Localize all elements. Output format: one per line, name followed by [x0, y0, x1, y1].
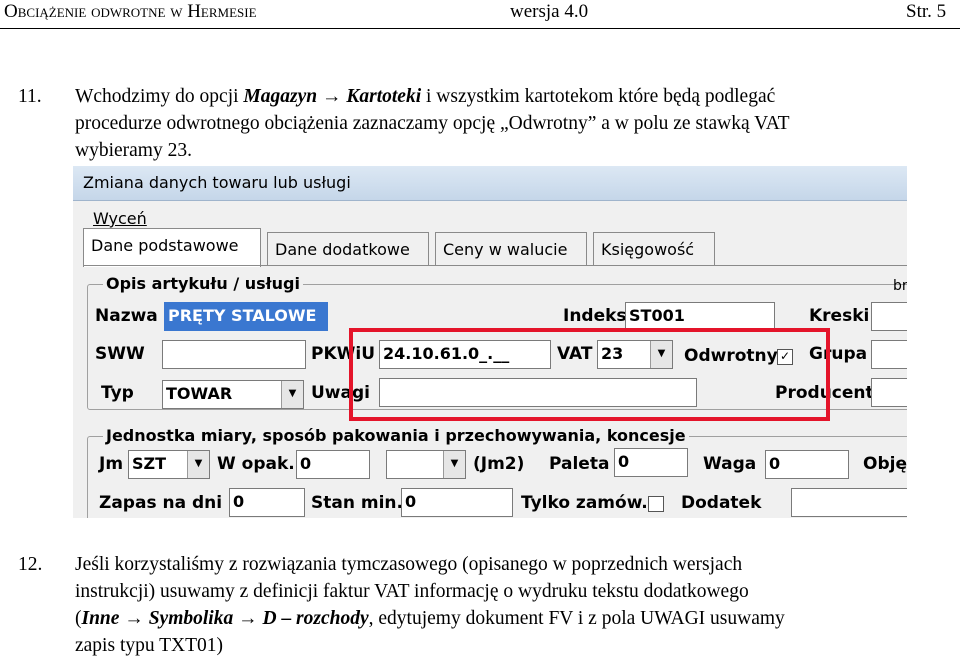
kreski-field[interactable]: [871, 302, 907, 331]
vat-select[interactable]: 23 ▼: [597, 340, 673, 369]
group-corner-text: br: [893, 278, 907, 294]
paleta-label: Paleta: [549, 454, 610, 474]
producent-label: Producent: [775, 383, 874, 403]
dodatek-field[interactable]: [791, 488, 907, 517]
path-rozchody: rozchody: [296, 608, 369, 629]
odwrotny-label: Odwrotny: [684, 346, 778, 366]
menu-kartoteki: Kartoteki: [346, 86, 422, 107]
step-12-text: 12. Jeśli korzystaliśmy z rozwiązania tym…: [18, 551, 785, 659]
uwagi-label: Uwagi: [311, 383, 370, 403]
jm2-label: (Jm2): [473, 454, 525, 474]
nazwa-label: Nazwa: [95, 306, 158, 326]
grupa-field[interactable]: [871, 340, 907, 369]
producent-field[interactable]: [871, 378, 907, 407]
grupa-label: Grupa: [809, 344, 868, 364]
stanmin-label: Stan min.: [311, 493, 403, 513]
sww-label: SWW: [95, 344, 145, 364]
menu-wycen[interactable]: Wyceń: [93, 209, 147, 228]
menu-magazyn: Magazyn: [243, 86, 318, 107]
path-inne: Inne: [81, 608, 120, 629]
wopak-label: W opak.: [217, 454, 295, 474]
typ-label: Typ: [101, 383, 134, 403]
sww-field[interactable]: [162, 340, 306, 369]
arrow: →: [233, 608, 263, 629]
waga-field[interactable]: 0: [765, 450, 849, 479]
tab-divider: [83, 265, 907, 266]
version-label: wersja 4.0: [510, 1, 589, 22]
vat-label: VAT: [557, 344, 593, 364]
nazwa-field[interactable]: PRĘTY STALOWE: [164, 302, 328, 331]
window-title: Zmiana danych towaru lub usługi: [83, 173, 351, 192]
step-12-line4: zapis typu TXT01): [75, 635, 224, 656]
group-opis-title: Opis artykułu / usługi: [103, 274, 303, 293]
path-symbolika: Symbolika: [148, 608, 234, 629]
step-11-t2: i wszystkim kartotekom które będą podleg…: [421, 86, 776, 107]
jm-select[interactable]: SZT ▼: [128, 450, 210, 479]
wopak-field[interactable]: 0: [296, 450, 370, 479]
dodatek-label: Dodatek: [681, 493, 762, 513]
waga-label: Waga: [703, 454, 757, 474]
chevron-down-icon[interactable]: ▼: [443, 451, 465, 478]
tab-dane-dodatkowe[interactable]: Dane dodatkowe: [267, 232, 429, 266]
window-titlebar: Zmiana danych towaru lub usługi: [73, 166, 907, 201]
arrow: →: [119, 608, 149, 629]
document-title: Obciążenie odwrotne w Hermesie: [4, 1, 257, 22]
dash: –: [276, 608, 297, 629]
tylko-zamow-checkbox[interactable]: [648, 496, 664, 512]
step-12-number: 12.: [18, 554, 43, 575]
page-header: Obciążenie odwrotne w Hermesie wersja 4.…: [0, 0, 960, 29]
dialog-screenshot: Zmiana danych towaru lub usługi Wyceń Da…: [73, 166, 907, 518]
paleta-field[interactable]: 0: [614, 448, 688, 477]
jm-label: Jm: [99, 454, 124, 474]
tab-dane-podstawowe[interactable]: Dane podstawowe: [83, 228, 261, 267]
stanmin-field[interactable]: 0: [401, 488, 513, 517]
chevron-down-icon[interactable]: ▼: [281, 381, 303, 408]
tab-ceny-w-walucie[interactable]: Ceny w walucie: [435, 232, 587, 266]
typ-value: TOWAR: [166, 384, 233, 403]
page-number: Str. 5: [906, 1, 947, 22]
tab-ksiegowosc[interactable]: Księgowość: [593, 232, 715, 266]
step-12-rest: , edytujemy dokument FV i z pola UWAGI u…: [368, 608, 785, 629]
chevron-down-icon[interactable]: ▼: [187, 451, 209, 478]
kreski-label: Kreski: [809, 306, 870, 326]
step-11-text: 11. Wchodzimy do opcji Magazyn → Kartotek…: [18, 83, 790, 164]
vat-value: 23: [601, 344, 624, 363]
chevron-down-icon[interactable]: ▼: [650, 341, 672, 368]
step-11-t1: Wchodzimy do opcji: [75, 86, 244, 107]
step-11-line3: wybieramy 23.: [75, 140, 192, 161]
arrow: →: [317, 86, 347, 107]
jm2-select[interactable]: ▼: [386, 450, 466, 479]
step-12-line1: Jeśli korzystaliśmy z rozwiązania tymcza…: [75, 554, 743, 575]
path-d: D: [262, 608, 277, 629]
indeks-field[interactable]: ST001: [625, 302, 775, 331]
group-jednostka-title: Jednostka miary, sposób pakowania i prze…: [103, 426, 689, 445]
step-11-number: 11.: [18, 86, 42, 107]
uwagi-field[interactable]: [379, 378, 697, 407]
zapas-label: Zapas na dni: [99, 493, 223, 513]
tylko-label: Tylko zamów.: [521, 493, 648, 513]
step-12-line2: instrukcji) usuwamy z definicji faktur V…: [75, 581, 749, 602]
pkwiu-label: PKWiU: [311, 344, 376, 364]
jm-value: SZT: [132, 454, 167, 473]
pkwiu-field[interactable]: 24.10.61.0_.__: [379, 340, 551, 369]
odwrotny-checkbox[interactable]: ✓: [777, 349, 793, 365]
step-11-line2: procedurze odwrotnego obciążenia zaznacz…: [75, 113, 790, 134]
indeks-label: Indeks: [563, 306, 627, 326]
typ-select[interactable]: TOWAR ▼: [162, 380, 304, 409]
objetosc-label: Objęt: [863, 454, 907, 474]
zapas-field[interactable]: 0: [229, 488, 305, 517]
